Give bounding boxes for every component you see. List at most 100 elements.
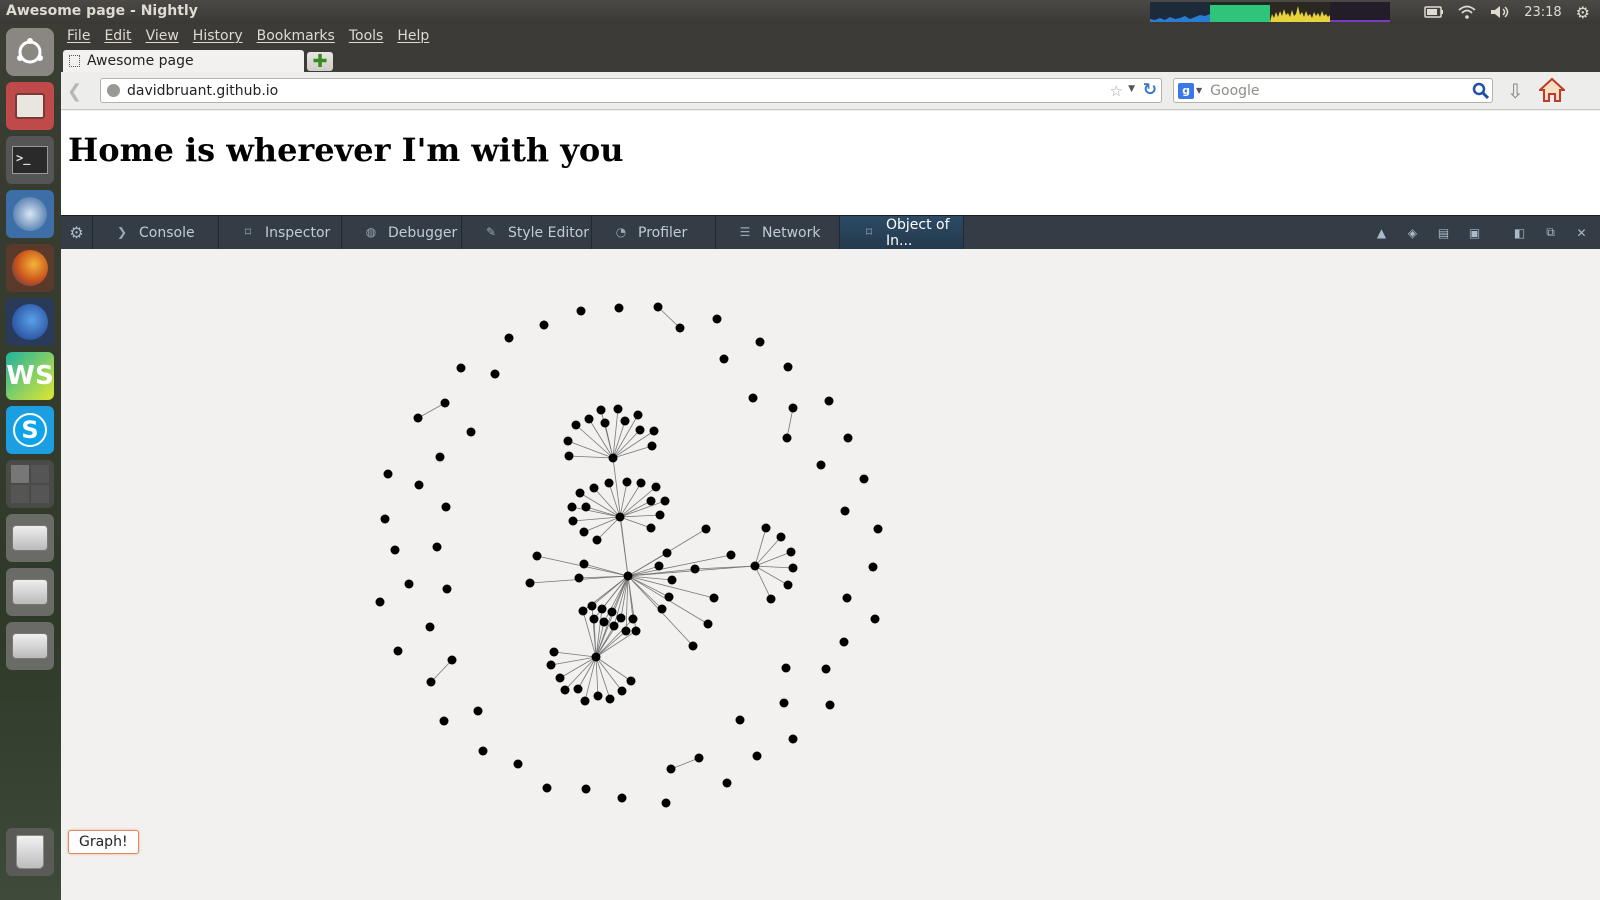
graph-node[interactable] — [404, 579, 414, 589]
graph-node[interactable] — [490, 369, 500, 379]
graph-node[interactable] — [782, 433, 792, 443]
graph-node[interactable] — [870, 614, 880, 624]
graph-node[interactable] — [567, 502, 577, 512]
graph-node[interactable] — [868, 562, 878, 572]
session-gear-icon[interactable]: ⚙ — [1576, 3, 1590, 22]
menu-help[interactable]: Help — [397, 28, 429, 44]
downloads-icon[interactable]: ⇩ — [1507, 79, 1524, 103]
graph-node[interactable] — [390, 545, 400, 555]
graph-node[interactable] — [414, 480, 424, 490]
graph-node[interactable] — [439, 716, 449, 726]
bookmark-star-icon[interactable]: ☆ — [1110, 82, 1123, 100]
graph-node[interactable] — [701, 524, 711, 534]
graph-node[interactable] — [587, 601, 597, 611]
graph-node[interactable] — [735, 715, 745, 725]
graph-node[interactable] — [825, 700, 835, 710]
menu-history[interactable]: History — [193, 28, 243, 44]
graph-node[interactable] — [821, 664, 831, 674]
graph-node[interactable] — [664, 592, 674, 602]
graph-node[interactable] — [654, 561, 664, 571]
3d-view-icon[interactable]: ◈ — [1404, 226, 1421, 240]
tab-debugger[interactable]: ◍ Debugger — [342, 216, 462, 249]
graph-node[interactable] — [722, 778, 732, 788]
graph-node[interactable] — [573, 684, 583, 694]
thunderbird-icon[interactable] — [6, 190, 54, 238]
graph-node[interactable] — [380, 514, 390, 524]
graph-node[interactable] — [426, 677, 436, 687]
graph-node[interactable] — [614, 303, 624, 313]
menu-edit[interactable]: Edit — [104, 28, 131, 44]
graph-node[interactable] — [662, 548, 672, 558]
graph-node[interactable] — [623, 571, 633, 581]
graph-node[interactable] — [607, 607, 617, 617]
graph-node[interactable] — [581, 502, 591, 512]
graph-node[interactable] — [576, 306, 586, 316]
graph-node[interactable] — [574, 573, 584, 583]
graph-node[interactable] — [542, 783, 552, 793]
tab-awesome-page[interactable]: Awesome page — [63, 50, 304, 72]
nightly-icon[interactable] — [6, 298, 54, 346]
graph-node[interactable] — [690, 564, 700, 574]
object-graph[interactable] — [61, 250, 1600, 820]
graph-node[interactable] — [605, 694, 615, 704]
dash-home-icon[interactable] — [6, 28, 54, 76]
firefox-icon[interactable] — [6, 244, 54, 292]
menu-view[interactable]: View — [146, 28, 179, 44]
graph-node[interactable] — [776, 532, 786, 542]
graph-node[interactable] — [666, 764, 676, 774]
graph-node[interactable] — [425, 622, 435, 632]
graph-node[interactable] — [709, 593, 719, 603]
graph-node[interactable] — [633, 410, 643, 420]
graph-node[interactable] — [859, 474, 869, 484]
google-engine-icon[interactable]: g — [1178, 82, 1194, 99]
graph-node[interactable] — [761, 523, 771, 533]
terminal-icon[interactable]: >_ — [6, 136, 54, 184]
graph-node[interactable] — [435, 452, 445, 462]
graph-node[interactable] — [466, 427, 476, 437]
menu-bookmarks[interactable]: Bookmarks — [257, 28, 335, 44]
graph-node[interactable] — [599, 617, 609, 627]
graph-node[interactable] — [703, 619, 713, 629]
menu-file[interactable]: File — [67, 28, 90, 44]
graph-node[interactable] — [839, 637, 849, 647]
graph-node[interactable] — [646, 496, 656, 506]
tab-network[interactable]: ☰ Network — [716, 216, 840, 249]
skype-icon[interactable]: S — [6, 406, 54, 454]
graph-node[interactable] — [563, 436, 573, 446]
graph-node[interactable] — [579, 527, 589, 537]
graph-node[interactable] — [532, 551, 542, 561]
graph-node[interactable] — [635, 425, 645, 435]
devtools-options-gear-icon[interactable]: ⚙ — [61, 216, 93, 249]
graph-node[interactable] — [555, 673, 565, 683]
graph-node[interactable] — [824, 396, 834, 406]
graph-node[interactable] — [647, 441, 657, 451]
home-icon[interactable] — [1539, 77, 1565, 103]
graph-node[interactable] — [651, 482, 661, 492]
dock-side-icon[interactable]: ◧ — [1511, 226, 1528, 240]
graph-node[interactable] — [631, 626, 641, 636]
graph-node[interactable] — [597, 604, 607, 614]
tab-profiler[interactable]: ◔ Profiler — [592, 216, 716, 249]
graph-node[interactable] — [750, 561, 760, 571]
tab-object-of-interest[interactable]: ⌑ Object of In... — [840, 216, 964, 249]
graph-node[interactable] — [578, 606, 588, 616]
back-button[interactable]: ❮ — [67, 81, 82, 102]
graph-node[interactable] — [549, 647, 559, 657]
graph-button[interactable]: Graph! — [68, 830, 139, 854]
graph-node[interactable] — [596, 405, 606, 415]
graph-node[interactable] — [591, 652, 601, 662]
graph-node[interactable] — [653, 302, 663, 312]
graph-node[interactable] — [781, 663, 791, 673]
graph-node[interactable] — [621, 626, 631, 636]
graph-node[interactable] — [593, 691, 603, 701]
graph-node[interactable] — [816, 460, 826, 470]
graph-node[interactable] — [766, 594, 776, 604]
graph-node[interactable] — [604, 478, 614, 488]
graph-node[interactable] — [779, 698, 789, 708]
battery-icon[interactable] — [1424, 6, 1444, 18]
search-icon[interactable] — [1471, 81, 1490, 100]
undock-icon[interactable]: ⧉ — [1542, 225, 1559, 240]
graph-node[interactable] — [694, 753, 704, 763]
tab-style-editor[interactable]: ✎ Style Editor — [462, 216, 592, 249]
graph-node[interactable] — [622, 477, 632, 487]
